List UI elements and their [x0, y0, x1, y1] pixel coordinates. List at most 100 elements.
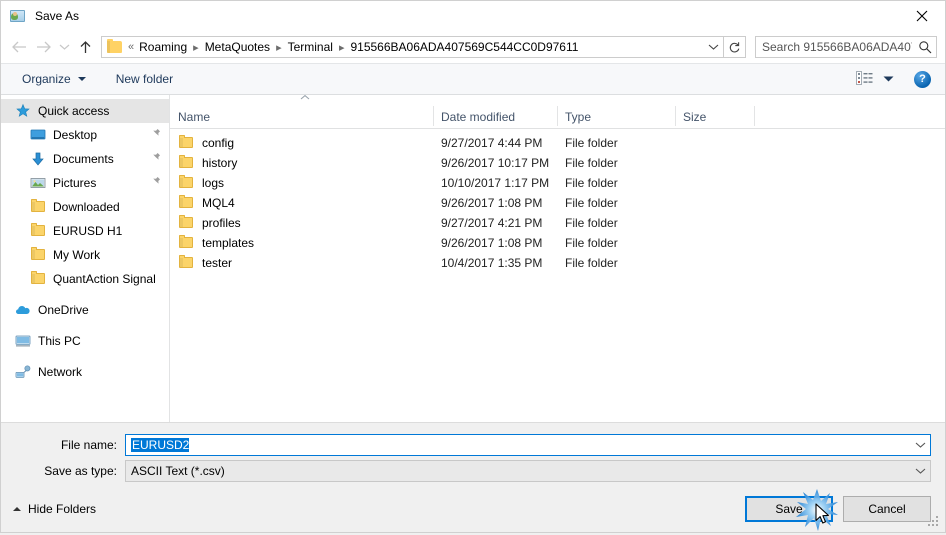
change-view-button[interactable]: [852, 69, 898, 90]
hide-folders-button[interactable]: Hide Folders: [9, 498, 100, 520]
breadcrumb-sep-2[interactable]: ▸: [336, 41, 348, 54]
pin-icon[interactable]: [150, 152, 161, 164]
folder-icon: [30, 271, 46, 287]
breadcrumb: « Roaming ▸ MetaQuotes ▸ Terminal ▸ 9155…: [126, 40, 703, 54]
file-type-cell: File folder: [565, 256, 618, 270]
navigation-bar: « Roaming ▸ MetaQuotes ▸ Terminal ▸ 9155…: [1, 31, 945, 63]
breadcrumb-item-1[interactable]: MetaQuotes: [202, 40, 273, 54]
pictures-icon: [30, 175, 46, 191]
sidebar-label: Documents: [53, 152, 114, 166]
sidebar-item-pictures[interactable]: Pictures: [1, 171, 169, 195]
file-name-text: profiles: [202, 216, 241, 230]
file-name-cell: tester: [170, 255, 433, 271]
breadcrumb-item-2[interactable]: Terminal: [285, 40, 336, 54]
file-name-combo[interactable]: EURUSD2: [125, 434, 931, 456]
file-name-text: history: [202, 156, 238, 170]
sidebar-item-eurusd-h1[interactable]: EURUSD H1: [1, 219, 169, 243]
navigation-sidebar: Quick access Desktop Documents Pictures …: [1, 95, 170, 422]
file-date-cell: 9/26/2017 10:17 PM: [441, 156, 550, 170]
sidebar-item-downloaded[interactable]: Downloaded: [1, 195, 169, 219]
sidebar-label: My Work: [53, 248, 101, 262]
sidebar-item-this-pc[interactable]: This PC: [1, 329, 169, 353]
column-header-name[interactable]: Name: [170, 104, 433, 128]
column-header-filler: [754, 104, 945, 128]
column-header-date-modified[interactable]: Date modified: [433, 104, 557, 128]
file-type-cell: File folder: [565, 216, 618, 230]
file-date-cell: 9/27/2017 4:21 PM: [441, 216, 543, 230]
column-header-size[interactable]: Size: [675, 104, 754, 128]
cancel-button[interactable]: Cancel: [843, 496, 931, 522]
file-name-cell: config: [170, 135, 433, 151]
file-name-text: logs: [202, 176, 225, 190]
save-button[interactable]: Save: [745, 496, 833, 522]
breadcrumb-sep-0[interactable]: ▸: [190, 41, 202, 54]
resize-grip[interactable]: [928, 516, 941, 529]
table-row[interactable]: profiles 9/27/2017 4:21 PM File folder: [170, 213, 945, 233]
folder-icon: [30, 247, 46, 263]
close-icon[interactable]: [899, 1, 945, 31]
pin-icon[interactable]: [150, 128, 161, 140]
desktop-icon: [30, 127, 46, 143]
file-type-cell: File folder: [565, 156, 618, 170]
table-row[interactable]: MQL4 9/26/2017 1:08 PM File folder: [170, 193, 945, 213]
sort-ascending-icon: [298, 92, 312, 102]
chevron-down-icon[interactable]: [703, 37, 723, 57]
sidebar-item-quick-access[interactable]: Quick access: [1, 99, 169, 123]
refresh-icon[interactable]: [724, 36, 746, 58]
up-icon[interactable]: [73, 35, 97, 59]
sidebar-label: QuantAction Signal: [53, 272, 156, 286]
file-name-value[interactable]: EURUSD2: [126, 438, 910, 452]
star-icon: [15, 103, 31, 119]
search-input[interactable]: [756, 40, 914, 54]
folder-icon: [178, 215, 194, 231]
help-button[interactable]: ?: [914, 70, 931, 88]
sidebar-item-quantaction-signal[interactable]: QuantAction Signal: [1, 267, 169, 291]
sidebar-item-documents[interactable]: Documents: [1, 147, 169, 171]
file-type-cell: File folder: [565, 236, 618, 250]
sidebar-item-network[interactable]: Network: [1, 360, 169, 384]
chevron-down-icon[interactable]: [910, 435, 930, 455]
recent-locations-icon[interactable]: [55, 35, 73, 59]
table-row[interactable]: tester 10/4/2017 1:35 PM File folder: [170, 253, 945, 273]
table-row[interactable]: logs 10/10/2017 1:17 PM File folder: [170, 173, 945, 193]
breadcrumb-overflow[interactable]: «: [126, 41, 136, 53]
save-as-type-combo[interactable]: ASCII Text (*.csv): [125, 460, 931, 482]
column-header-type[interactable]: Type: [557, 104, 675, 128]
breadcrumb-sep-1[interactable]: ▸: [273, 41, 285, 54]
sidebar-item-my-work[interactable]: My Work: [1, 243, 169, 267]
back-icon[interactable]: [7, 35, 31, 59]
onedrive-icon: [15, 302, 31, 318]
command-toolbar: Organize New folder ?: [1, 63, 945, 95]
sidebar-item-desktop[interactable]: Desktop: [1, 123, 169, 147]
dialog-footer: Hide Folders Save Cancel: [1, 486, 945, 532]
file-name-text: config: [202, 136, 235, 150]
dialog-body: Quick access Desktop Documents Pictures …: [1, 92, 945, 422]
save-as-type-row: Save as type: ASCII Text (*.csv): [15, 460, 931, 482]
table-row[interactable]: history 9/26/2017 10:17 PM File folder: [170, 153, 945, 173]
sidebar-item-onedrive[interactable]: OneDrive: [1, 298, 169, 322]
address-bar[interactable]: « Roaming ▸ MetaQuotes ▸ Terminal ▸ 9155…: [101, 36, 724, 58]
forward-icon[interactable]: [31, 35, 55, 59]
chevron-down-icon[interactable]: [910, 461, 930, 481]
network-icon: [15, 364, 31, 380]
pin-icon[interactable]: [150, 176, 161, 188]
table-row[interactable]: config 9/27/2017 4:44 PM File folder: [170, 133, 945, 153]
table-row[interactable]: templates 9/26/2017 1:08 PM File folder: [170, 233, 945, 253]
file-name-text: templates: [202, 236, 255, 250]
organize-button[interactable]: Organize: [15, 69, 93, 89]
folder-icon: [178, 155, 194, 171]
file-rows: config 9/27/2017 4:44 PM File folder his…: [170, 129, 945, 422]
column-headers: Name Date modified Type Size: [170, 104, 945, 129]
sidebar-label: Quick access: [38, 104, 110, 118]
breadcrumb-item-0[interactable]: Roaming: [136, 40, 190, 54]
view-chevron-down-icon[interactable]: [883, 72, 894, 86]
hide-folders-label: Hide Folders: [28, 502, 97, 516]
search-box[interactable]: [755, 36, 937, 58]
breadcrumb-item-3[interactable]: 915566BA06ADA407569C544CC0D97611: [347, 40, 581, 54]
file-name-cell: profiles: [170, 215, 433, 231]
file-name-input[interactable]: EURUSD2: [131, 438, 190, 452]
sidebar-label: Pictures: [53, 176, 97, 190]
new-folder-button[interactable]: New folder: [109, 69, 180, 89]
search-icon[interactable]: [914, 37, 936, 57]
save-as-dialog: Save As « Roaming ▸ MetaQuotes ▸ Termina…: [0, 0, 946, 533]
